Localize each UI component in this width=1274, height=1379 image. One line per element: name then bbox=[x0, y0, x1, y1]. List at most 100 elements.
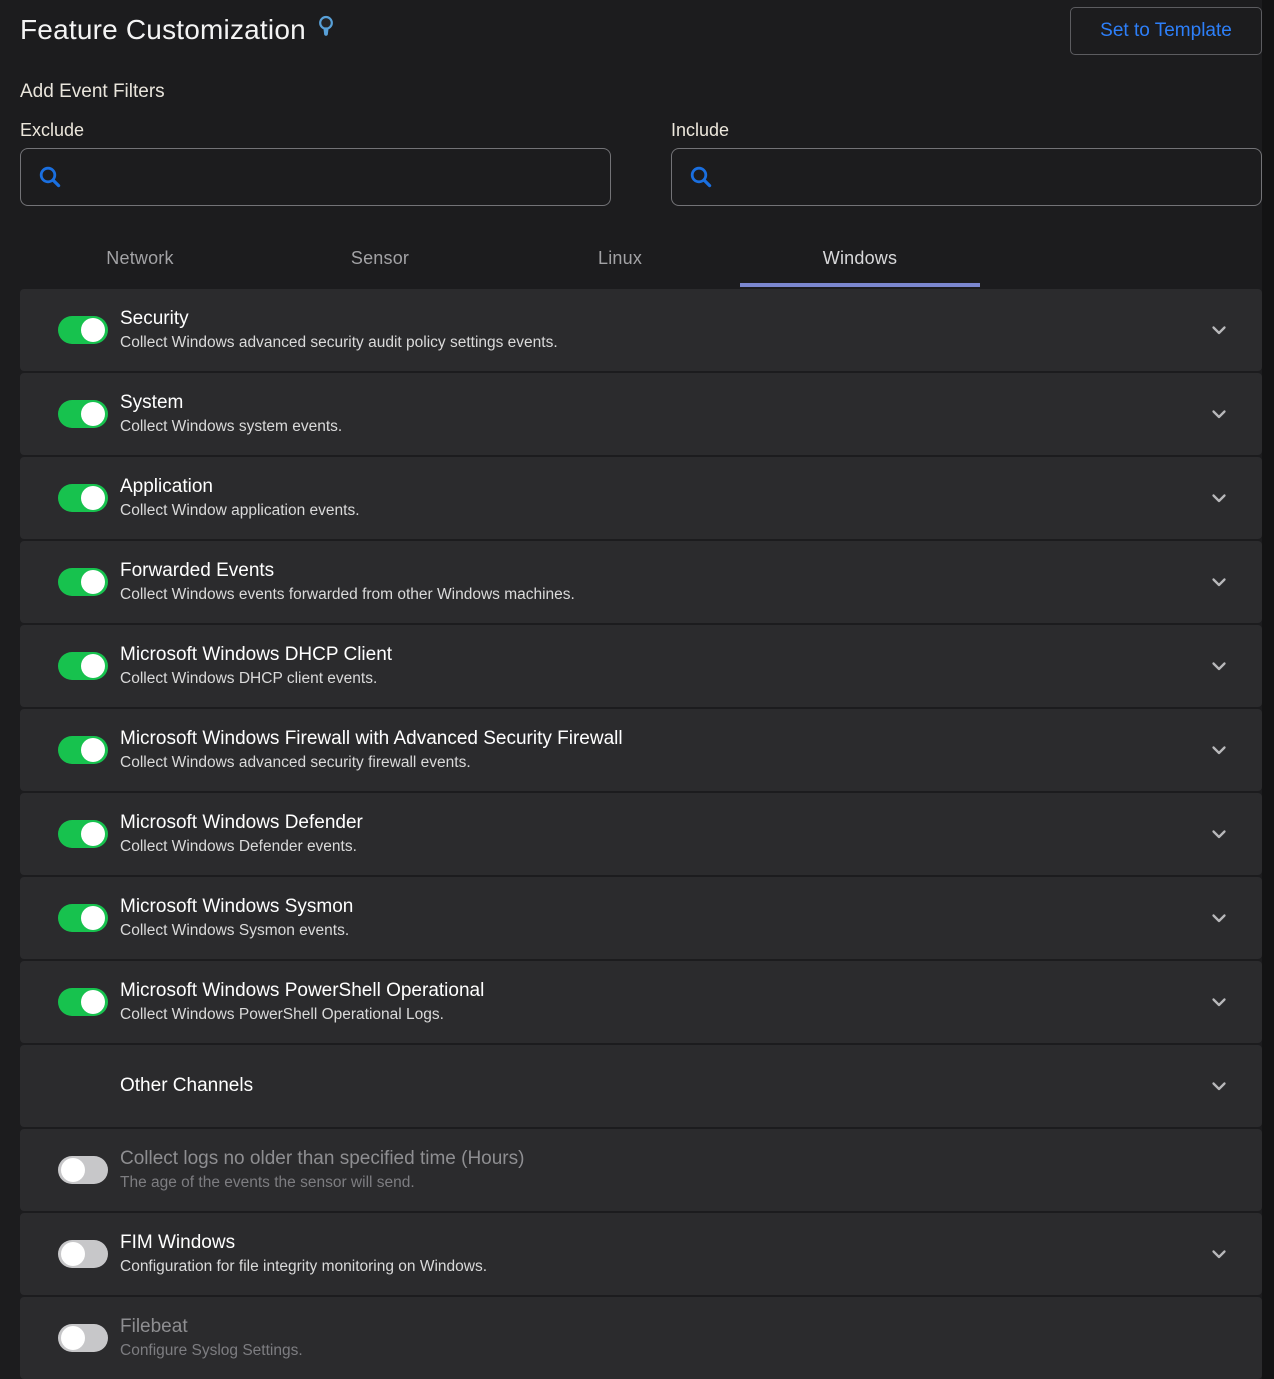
chevron-down-icon[interactable] bbox=[1207, 570, 1231, 594]
feature-title: Microsoft Windows Sysmon bbox=[120, 895, 353, 919]
feature-row-collect-logs-no-older-than-specified-time-hours: Collect logs no older than specified tim… bbox=[20, 1129, 1262, 1211]
feature-title: Forwarded Events bbox=[120, 559, 575, 583]
feature-title: System bbox=[120, 391, 342, 415]
feature-description: Collect Windows DHCP client events. bbox=[120, 670, 392, 689]
toggle-knob bbox=[81, 822, 105, 846]
feature-description: The age of the events the sensor will se… bbox=[120, 1174, 524, 1193]
feature-row-system[interactable]: System Collect Windows system events. bbox=[20, 373, 1262, 455]
feature-description: Collect Windows advanced security audit … bbox=[120, 334, 558, 353]
feature-description: Collect Windows PowerShell Operational L… bbox=[120, 1006, 484, 1025]
feature-row-application[interactable]: Application Collect Window application e… bbox=[20, 457, 1262, 539]
include-label: Include bbox=[671, 120, 1262, 141]
chevron-down-icon[interactable] bbox=[1207, 990, 1231, 1014]
feature-texts: Forwarded Events Collect Windows events … bbox=[120, 559, 575, 604]
toggle-switch-microsoft-windows-defender[interactable] bbox=[58, 820, 108, 848]
toggle-switch-microsoft-windows-sysmon[interactable] bbox=[58, 904, 108, 932]
tab-network[interactable]: Network bbox=[20, 229, 260, 287]
toggle-switch-collect-logs-no-older-than-specified-time-hours bbox=[58, 1156, 108, 1184]
chevron-down-icon[interactable] bbox=[1207, 654, 1231, 678]
exclude-filter-column: Exclude bbox=[20, 120, 611, 206]
tab-linux[interactable]: Linux bbox=[500, 229, 740, 287]
toggle-knob bbox=[81, 486, 105, 510]
lightbulb-icon bbox=[316, 14, 336, 47]
feature-texts: Microsoft Windows Sysmon Collect Windows… bbox=[120, 895, 353, 940]
tab-sensor[interactable]: Sensor bbox=[260, 229, 500, 287]
toggle-switch-fim-windows[interactable] bbox=[58, 1240, 108, 1268]
toggle-knob bbox=[61, 1326, 85, 1350]
feature-description: Configure Syslog Settings. bbox=[120, 1342, 303, 1361]
toggle-knob bbox=[61, 1158, 85, 1182]
chevron-down-icon[interactable] bbox=[1207, 1074, 1231, 1098]
feature-row-fim-windows[interactable]: FIM Windows Configuration for file integ… bbox=[20, 1213, 1262, 1295]
feature-description: Collect Windows Defender events. bbox=[120, 838, 363, 857]
feature-texts: Microsoft Windows DHCP Client Collect Wi… bbox=[120, 643, 392, 688]
page-header: Feature Customization Set to Template bbox=[20, 12, 1262, 55]
chevron-down-icon[interactable] bbox=[1207, 486, 1231, 510]
feature-texts: FIM Windows Configuration for file integ… bbox=[120, 1231, 487, 1276]
toggle-switch-security[interactable] bbox=[58, 316, 108, 344]
toggle-switch-microsoft-windows-dhcp-client[interactable] bbox=[58, 652, 108, 680]
feature-description: Configuration for file integrity monitor… bbox=[120, 1258, 487, 1277]
feature-description: Collect Windows advanced security firewa… bbox=[120, 754, 623, 773]
toggle-switch-forwarded-events[interactable] bbox=[58, 568, 108, 596]
feature-row-forwarded-events[interactable]: Forwarded Events Collect Windows events … bbox=[20, 541, 1262, 623]
add-event-filters-heading: Add Event Filters bbox=[20, 81, 1262, 103]
scrollbar-track[interactable] bbox=[1262, 0, 1274, 1379]
feature-texts: Other Channels bbox=[120, 1074, 253, 1098]
feature-title: Other Channels bbox=[120, 1074, 253, 1098]
feature-texts: System Collect Windows system events. bbox=[120, 391, 342, 436]
feature-row-microsoft-windows-powershell-operational[interactable]: Microsoft Windows PowerShell Operational… bbox=[20, 961, 1262, 1043]
event-filters: Exclude Include bbox=[20, 120, 1262, 206]
chevron-down-icon[interactable] bbox=[1207, 402, 1231, 426]
search-icon bbox=[688, 164, 714, 190]
toggle-switch-application[interactable] bbox=[58, 484, 108, 512]
feature-row-microsoft-windows-dhcp-client[interactable]: Microsoft Windows DHCP Client Collect Wi… bbox=[20, 625, 1262, 707]
feature-description: Collect Window application events. bbox=[120, 502, 360, 521]
feature-row-other-channels[interactable]: Other Channels bbox=[20, 1045, 1262, 1127]
include-filter-column: Include bbox=[671, 120, 1262, 206]
feature-row-microsoft-windows-firewall-with-advanced-security-firewall[interactable]: Microsoft Windows Firewall with Advanced… bbox=[20, 709, 1262, 791]
feature-title: Microsoft Windows Defender bbox=[120, 811, 363, 835]
toggle-switch-microsoft-windows-firewall-with-advanced-security-firewall[interactable] bbox=[58, 736, 108, 764]
feature-row-microsoft-windows-defender[interactable]: Microsoft Windows Defender Collect Windo… bbox=[20, 793, 1262, 875]
active-tab-underline bbox=[740, 283, 980, 287]
feature-row-microsoft-windows-sysmon[interactable]: Microsoft Windows Sysmon Collect Windows… bbox=[20, 877, 1262, 959]
include-search-box[interactable] bbox=[671, 148, 1262, 206]
toggle-knob bbox=[81, 318, 105, 342]
toggle-switch-filebeat bbox=[58, 1324, 108, 1352]
feature-title: Microsoft Windows DHCP Client bbox=[120, 643, 392, 667]
chevron-down-icon[interactable] bbox=[1207, 906, 1231, 930]
feature-title: Application bbox=[120, 475, 360, 499]
toggle-knob bbox=[81, 654, 105, 678]
feature-row-filebeat: Filebeat Configure Syslog Settings. bbox=[20, 1297, 1262, 1379]
exclude-search-input[interactable] bbox=[75, 166, 596, 188]
chevron-down-icon[interactable] bbox=[1207, 822, 1231, 846]
toggle-switch-microsoft-windows-powershell-operational[interactable] bbox=[58, 988, 108, 1016]
chevron-down-icon[interactable] bbox=[1207, 1242, 1231, 1266]
feature-rows: Security Collect Windows advanced securi… bbox=[20, 289, 1262, 1379]
platform-tabs: Network Sensor Linux Windows bbox=[20, 229, 980, 287]
feature-texts: Security Collect Windows advanced securi… bbox=[120, 307, 558, 352]
toggle-knob bbox=[81, 906, 105, 930]
feature-texts: Application Collect Window application e… bbox=[120, 475, 360, 520]
page-title-text: Feature Customization bbox=[20, 14, 306, 46]
feature-texts: Microsoft Windows Defender Collect Windo… bbox=[120, 811, 363, 856]
feature-title: FIM Windows bbox=[120, 1231, 487, 1255]
chevron-down-icon[interactable] bbox=[1207, 738, 1231, 762]
toggle-knob bbox=[81, 402, 105, 426]
toggle-switch-system[interactable] bbox=[58, 400, 108, 428]
exclude-search-box[interactable] bbox=[20, 148, 611, 206]
tab-windows[interactable]: Windows bbox=[740, 229, 980, 287]
include-search-input[interactable] bbox=[726, 166, 1247, 188]
feature-description: Collect Windows system events. bbox=[120, 418, 342, 437]
set-to-template-button[interactable]: Set to Template bbox=[1070, 7, 1262, 55]
feature-title: Filebeat bbox=[120, 1315, 303, 1339]
toggle-knob bbox=[81, 738, 105, 762]
feature-description: Collect Windows events forwarded from ot… bbox=[120, 586, 575, 605]
feature-row-security[interactable]: Security Collect Windows advanced securi… bbox=[20, 289, 1262, 371]
feature-title: Security bbox=[120, 307, 558, 331]
toggle-knob bbox=[81, 570, 105, 594]
feature-title: Microsoft Windows Firewall with Advanced… bbox=[120, 727, 623, 751]
toggle-knob bbox=[61, 1242, 85, 1266]
chevron-down-icon[interactable] bbox=[1207, 318, 1231, 342]
